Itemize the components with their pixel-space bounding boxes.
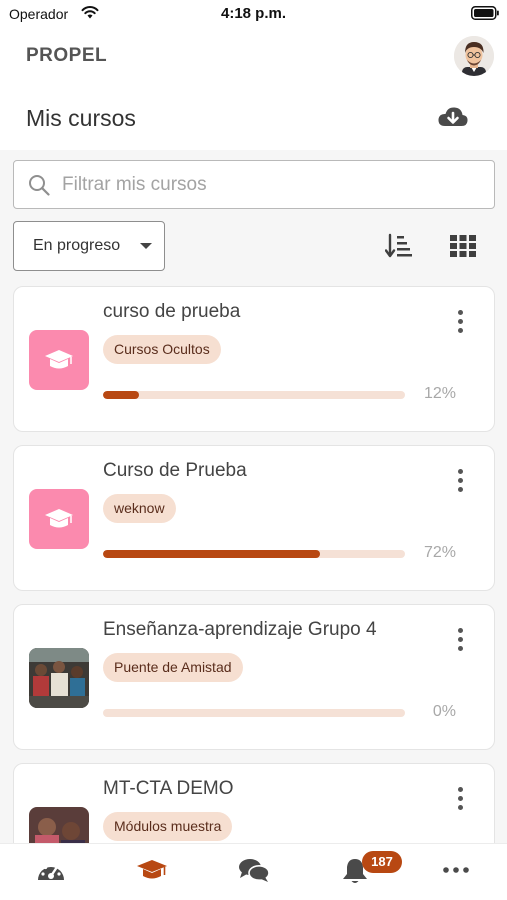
chevron-down-icon: [140, 243, 152, 249]
course-progress-fill: [103, 391, 140, 399]
course-card[interactable]: Enseñanza-aprendizaje Grupo 4 Puente de …: [13, 604, 495, 750]
course-progress-text: 0%: [432, 703, 456, 720]
graduation-cap-icon: [45, 350, 73, 369]
filter-selected-label: En progreso: [33, 237, 121, 254]
course-name: curso de prueba: [103, 301, 241, 322]
messages-icon: [239, 859, 270, 882]
cloud-download-button[interactable]: [437, 104, 469, 132]
course-progress-bar: [103, 709, 405, 717]
course-name: Curso de Prueba: [103, 460, 247, 481]
course-photo: [29, 648, 89, 708]
course-progress-bar: [103, 550, 405, 558]
course-thumbnail: [29, 489, 89, 549]
progress-filter-select[interactable]: En progreso: [13, 221, 165, 271]
grid-icon: [450, 235, 476, 257]
search-input[interactable]: [62, 162, 482, 207]
course-card[interactable]: curso de prueba Cursos Ocultos 12%: [13, 286, 495, 432]
graduation-cap-icon: [45, 509, 73, 528]
notification-count-badge: 187: [362, 851, 402, 873]
page-title: Mis cursos: [26, 105, 136, 131]
course-category-chip: Cursos Ocultos: [103, 335, 221, 364]
tab-more[interactable]: [436, 856, 476, 886]
course-progress-fill: [103, 550, 321, 558]
page-header: Mis cursos: [0, 88, 507, 150]
course-name: Enseñanza-aprendizaje Grupo 4: [103, 619, 377, 640]
graduation-cap-icon: [137, 860, 167, 879]
course-card[interactable]: MT-CTA DEMO Módulos muestra: [13, 763, 495, 843]
course-progress-bar: [103, 391, 405, 399]
cloud-download-icon: [438, 107, 468, 126]
bottom-tab-bar: [0, 843, 507, 900]
more-vertical-icon[interactable]: [450, 787, 470, 817]
app-title: PROPEL: [26, 45, 108, 66]
status-time: 4:18 p.m.: [220, 5, 287, 22]
more-horizontal-icon: [443, 867, 469, 873]
course-card[interactable]: Curso de Prueba weknow 72%: [13, 445, 495, 591]
tab-dashboard[interactable]: [31, 856, 71, 886]
grid-view-button[interactable]: [450, 235, 476, 257]
courses-content[interactable]: En progreso: [0, 150, 507, 843]
tab-my-courses[interactable]: [132, 856, 172, 886]
sort-button[interactable]: [384, 233, 413, 259]
course-name: MT-CTA DEMO: [103, 778, 234, 799]
tab-messages[interactable]: [234, 856, 274, 886]
course-progress-text: 72%: [423, 544, 456, 561]
course-category-chip: Módulos muestra: [103, 812, 233, 841]
battery-icon: [471, 6, 499, 20]
status-bar: Operador 4:18 p.m.: [0, 0, 507, 30]
user-avatar[interactable]: [454, 36, 494, 76]
course-progress-text: 12%: [423, 385, 456, 402]
course-category-chip: Puente de Amistad: [103, 653, 243, 682]
course-photo: [29, 807, 89, 843]
app-header: PROPEL: [0, 30, 507, 88]
course-thumbnail: [29, 330, 89, 390]
more-vertical-icon[interactable]: [450, 469, 470, 499]
dashboard-icon: [38, 863, 64, 880]
more-vertical-icon[interactable]: [450, 310, 470, 340]
search-icon: [29, 175, 50, 196]
sort-icon: [384, 233, 412, 258]
course-category-chip: weknow: [103, 494, 176, 523]
more-vertical-icon[interactable]: [450, 628, 470, 658]
search-box: [13, 160, 495, 209]
